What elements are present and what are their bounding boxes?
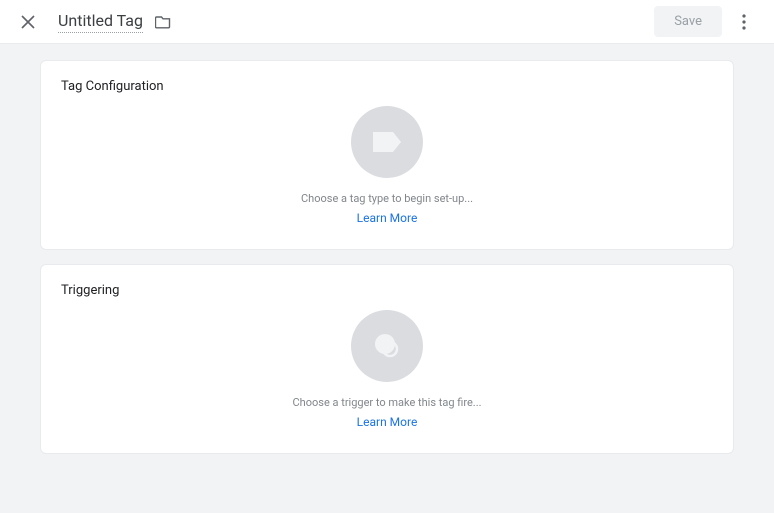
header: Untitled Tag Save bbox=[0, 0, 774, 44]
triggering-card[interactable]: Triggering Choose a trigger to make this… bbox=[40, 264, 734, 454]
header-actions: Save bbox=[654, 6, 758, 37]
tag-title-input[interactable]: Untitled Tag bbox=[58, 11, 143, 33]
card-title: Tag Configuration bbox=[61, 79, 713, 94]
close-button[interactable] bbox=[16, 10, 40, 34]
triggering-learn-more-link[interactable]: Learn More bbox=[357, 415, 418, 429]
close-icon bbox=[21, 15, 35, 29]
tag-configuration-card[interactable]: Tag Configuration Choose a tag type to b… bbox=[40, 60, 734, 250]
tag-placeholder-circle bbox=[351, 106, 423, 178]
more-vertical-icon bbox=[742, 14, 746, 30]
tag-icon bbox=[372, 131, 402, 153]
tag-config-learn-more-link[interactable]: Learn More bbox=[357, 211, 418, 225]
folder-button[interactable] bbox=[155, 15, 171, 29]
card-body: Choose a trigger to make this tag fire..… bbox=[61, 310, 713, 429]
trigger-icon bbox=[373, 332, 401, 360]
triggering-hint: Choose a trigger to make this tag fire..… bbox=[293, 396, 482, 409]
more-menu-button[interactable] bbox=[730, 8, 758, 36]
card-title: Triggering bbox=[61, 283, 713, 298]
content-area: Tag Configuration Choose a tag type to b… bbox=[0, 44, 774, 513]
save-button[interactable]: Save bbox=[654, 6, 722, 37]
trigger-placeholder-circle bbox=[351, 310, 423, 382]
title-area: Untitled Tag bbox=[58, 11, 171, 33]
card-body: Choose a tag type to begin set-up... Lea… bbox=[61, 106, 713, 225]
folder-icon bbox=[155, 15, 171, 29]
tag-config-hint: Choose a tag type to begin set-up... bbox=[301, 192, 473, 205]
